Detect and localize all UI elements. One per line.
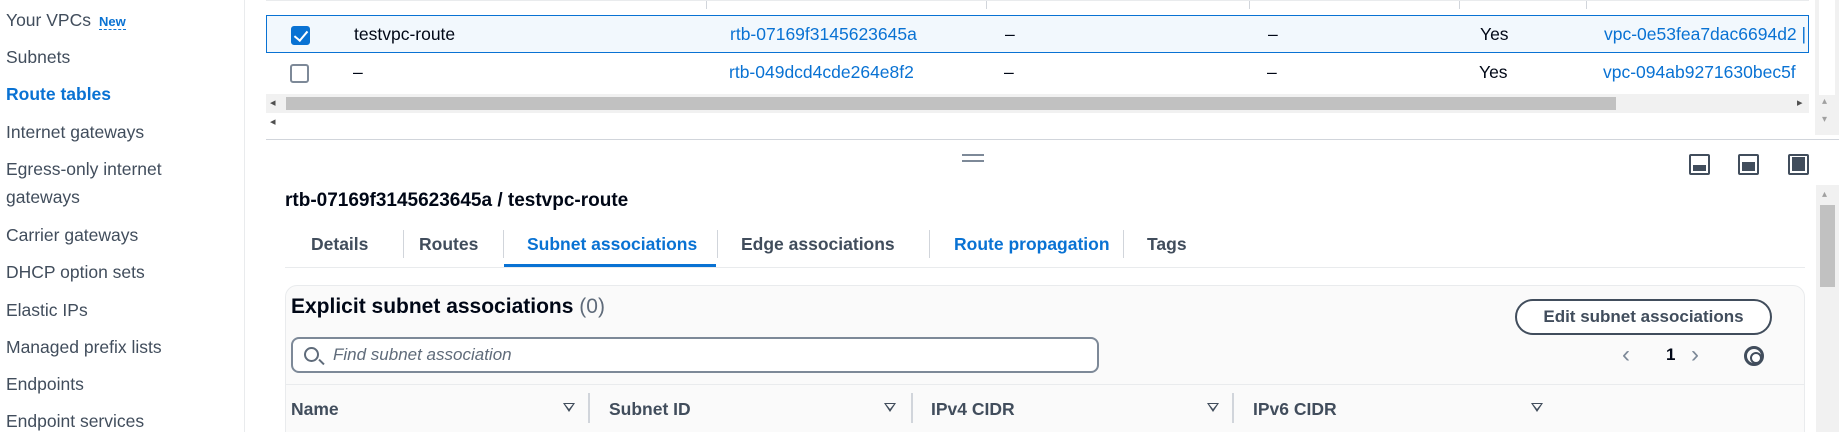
- sidebar-item-label: Your VPCs: [6, 10, 91, 30]
- column-header-subnet-id[interactable]: Subnet ID: [609, 399, 691, 420]
- row-checkbox[interactable]: [291, 26, 310, 45]
- resize-handle-icon[interactable]: [962, 154, 984, 162]
- vertical-scrollbar-top[interactable]: ▴ ▾: [1815, 0, 1839, 135]
- sort-icon[interactable]: [1531, 403, 1543, 412]
- scroll-right-icon[interactable]: ▸: [1797, 96, 1803, 109]
- column-divider: [1586, 1, 1587, 9]
- tab-divider: [929, 230, 930, 258]
- sidebar-item-your-vpcs[interactable]: Your VPCs New: [6, 6, 126, 36]
- tab-bar: Details Routes Subnet associations Edge …: [285, 222, 1805, 268]
- search-field[interactable]: [291, 337, 1099, 373]
- column-divider: [706, 1, 707, 9]
- column-header-ipv4-cidr[interactable]: IPv4 CIDR: [931, 399, 1015, 420]
- sort-icon[interactable]: [563, 403, 575, 412]
- cell-value: –: [1004, 62, 1014, 82]
- sidebar-item-managed-prefix-lists[interactable]: Managed prefix lists: [6, 333, 162, 361]
- tab-edge-associations[interactable]: Edge associations: [741, 234, 895, 255]
- column-divider[interactable]: [1232, 393, 1234, 423]
- column-divider[interactable]: [588, 393, 590, 423]
- tab-divider: [717, 230, 718, 258]
- main-value: Yes: [1479, 62, 1508, 82]
- route-table-id-link[interactable]: rtb-07169f3145623645a: [730, 24, 917, 45]
- row-checkbox[interactable]: [290, 64, 309, 83]
- route-table-name: testvpc-route: [354, 24, 456, 44]
- tab-divider: [1123, 230, 1124, 258]
- association-count: (0): [579, 295, 605, 318]
- column-divider[interactable]: [911, 393, 913, 423]
- panel-side-view-icon[interactable]: [1738, 154, 1759, 175]
- main-value: Yes: [1480, 24, 1509, 44]
- split-panel: rtb-07169f3145623645a / testvpc-route De…: [266, 139, 1839, 432]
- route-table-id-link[interactable]: rtb-049dcd4cde264e8f2: [729, 62, 914, 83]
- next-page-icon[interactable]: ›: [1691, 343, 1699, 367]
- column-divider: [1249, 1, 1250, 9]
- horizontal-scrollbar[interactable]: ◂ ▸: [266, 94, 1809, 113]
- previous-page-icon[interactable]: ‹: [1622, 343, 1630, 367]
- scroll-left-icon[interactable]: ◂: [270, 115, 276, 128]
- cell-value: –: [1267, 62, 1277, 82]
- tab-route-propagation[interactable]: Route propagation: [954, 234, 1110, 255]
- sidebar-item-endpoint-services[interactable]: Endpoint services: [6, 407, 144, 432]
- panel-full-view-icon[interactable]: [1788, 154, 1809, 175]
- vpc-id-link[interactable]: vpc-0e53fea7dac6694d2 |: [1604, 24, 1806, 45]
- sidebar-item-endpoints[interactable]: Endpoints: [6, 370, 84, 398]
- cell-value: –: [1005, 24, 1015, 44]
- scroll-up-icon[interactable]: ▴: [1822, 96, 1827, 107]
- container-title-text: Explicit subnet associations: [291, 295, 574, 318]
- table-row[interactable]: testvpc-route rtb-07169f3145623645a – – …: [266, 15, 1809, 53]
- scroll-left-icon[interactable]: ◂: [270, 96, 276, 109]
- sidebar-item-route-tables[interactable]: Route tables: [6, 80, 111, 108]
- column-divider: [1459, 1, 1460, 9]
- tab-tags[interactable]: Tags: [1147, 234, 1187, 255]
- tab-subnet-associations[interactable]: Subnet associations: [527, 234, 697, 255]
- vpc-id-link[interactable]: vpc-094ab9271630bec5f: [1603, 62, 1796, 83]
- new-badge: New: [98, 14, 126, 30]
- tab-routes[interactable]: Routes: [419, 234, 478, 255]
- tab-divider: [403, 230, 404, 258]
- page-title: rtb-07169f3145623645a / testvpc-route: [285, 190, 629, 211]
- scrollbar-thumb[interactable]: [1819, 0, 1835, 95]
- column-divider: [986, 1, 987, 9]
- edit-subnet-associations-button[interactable]: Edit subnet associations: [1515, 299, 1772, 335]
- scroll-up-icon[interactable]: ▴: [1822, 189, 1827, 200]
- table-row[interactable]: – rtb-049dcd4cde264e8f2 – – Yes vpc-094a…: [266, 54, 1809, 92]
- sidebar-item-egress-only-line1[interactable]: Egress-only internet: [6, 155, 162, 183]
- sidebar-item-elastic-ips[interactable]: Elastic IPs: [6, 296, 88, 324]
- scroll-down-icon[interactable]: ▾: [1822, 114, 1827, 125]
- active-tab-indicator: [504, 264, 716, 267]
- cell-value: –: [1268, 24, 1278, 44]
- search-icon: [304, 347, 319, 362]
- tab-divider: [503, 230, 504, 258]
- scrollbar-thumb[interactable]: [1820, 205, 1835, 287]
- table-header: Name Subnet ID IPv4 CIDR IPv6 CIDR: [286, 384, 1804, 432]
- tab-details[interactable]: Details: [311, 234, 368, 255]
- sidebar-item-subnets[interactable]: Subnets: [6, 43, 70, 71]
- search-input[interactable]: [333, 339, 1083, 371]
- sidebar-item-internet-gateways[interactable]: Internet gateways: [6, 118, 144, 146]
- sort-icon[interactable]: [884, 403, 896, 412]
- main-content: testvpc-route rtb-07169f3145623645a – – …: [266, 0, 1839, 432]
- column-header-ipv6-cidr[interactable]: IPv6 CIDR: [1253, 399, 1337, 420]
- current-page-number[interactable]: 1: [1666, 345, 1675, 365]
- sidebar-item-dhcp-option-sets[interactable]: DHCP option sets: [6, 258, 145, 286]
- vertical-scrollbar-panel[interactable]: ▴: [1816, 185, 1839, 432]
- gear-icon[interactable]: [1744, 346, 1764, 366]
- column-header-name[interactable]: Name: [291, 399, 339, 420]
- sidebar-item-carrier-gateways[interactable]: Carrier gateways: [6, 221, 138, 249]
- scrollbar-thumb[interactable]: [286, 97, 1616, 110]
- route-table-name: –: [353, 62, 363, 82]
- panel-bottom-view-icon[interactable]: [1689, 154, 1710, 175]
- sidebar-nav: Your VPCs New Subnets Route tables Intern…: [0, 0, 245, 432]
- sort-icon[interactable]: [1207, 403, 1219, 412]
- sidebar-item-egress-only-line2[interactable]: gateways: [6, 183, 80, 211]
- route-tables-table: testvpc-route rtb-07169f3145623645a – – …: [266, 0, 1809, 128]
- container-title: Explicit subnet associations (0): [291, 295, 605, 319]
